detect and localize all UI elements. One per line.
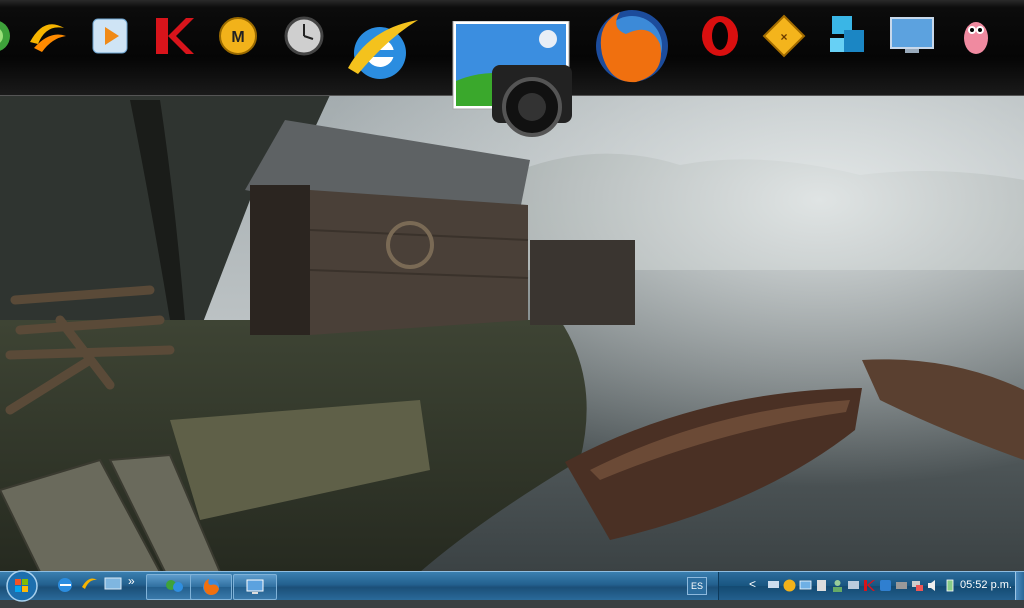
aim-style-icon[interactable] <box>22 12 70 60</box>
taskbar-button-firefox[interactable] <box>190 574 232 600</box>
device-tray-icon[interactable] <box>815 579 828 592</box>
psp-icon[interactable]: × <box>760 12 808 60</box>
kaspersky-tray-icon[interactable] <box>863 579 876 592</box>
language-indicator[interactable]: ES <box>687 577 707 595</box>
internet-explorer-small-icon[interactable] <box>56 575 74 598</box>
blocks-app-icon[interactable] <box>824 12 872 60</box>
screenshot-camera-icon[interactable] <box>452 21 572 142</box>
messenger-icon[interactable] <box>0 12 18 60</box>
opera-icon[interactable] <box>696 12 744 60</box>
svg-text:M: M <box>231 29 244 46</box>
battery-icon[interactable] <box>943 579 956 592</box>
internet-explorer-icon[interactable] <box>340 8 420 88</box>
windows-start-orb[interactable] <box>4 569 40 603</box>
taskbar-button-screenshot[interactable] <box>233 574 277 600</box>
monitor-icon[interactable] <box>888 12 936 60</box>
quick-launch: » <box>56 574 135 598</box>
show-desktop-button[interactable] <box>1015 572 1024 600</box>
volume-icon[interactable] <box>927 579 940 592</box>
hardware-tray-icon[interactable] <box>895 579 908 592</box>
kaspersky-icon[interactable] <box>150 12 198 60</box>
user-tray-icon[interactable] <box>831 579 844 592</box>
firefox-icon[interactable] <box>590 6 670 86</box>
network-icon[interactable] <box>767 579 780 592</box>
worms-icon[interactable] <box>952 12 1000 60</box>
tray-expand-chevron[interactable]: < <box>749 577 756 591</box>
monitor-tray-icon[interactable] <box>847 579 860 592</box>
icon-dock: M × <box>0 0 1024 137</box>
bluetooth-tray-icon[interactable] <box>879 579 892 592</box>
svg-text:×: × <box>780 30 787 44</box>
mediafire-icon[interactable]: M <box>214 12 262 60</box>
system-tray: ES < 05:52 p.m. <box>687 572 1024 600</box>
clock-icon[interactable] <box>280 12 328 60</box>
messenger-small-icon[interactable] <box>80 575 98 598</box>
taskbar: » ES < 05:52 p.m. <box>0 569 1024 603</box>
media-player-icon[interactable] <box>86 12 134 60</box>
quick-launch-more[interactable]: » <box>128 574 135 588</box>
display-tray-icon[interactable] <box>799 579 812 592</box>
show-desktop-small-icon[interactable] <box>104 575 122 598</box>
mediafire-tray-icon[interactable] <box>783 579 796 592</box>
network-status-icon[interactable] <box>911 579 924 592</box>
clock[interactable]: 05:52 p.m. <box>960 579 1012 591</box>
